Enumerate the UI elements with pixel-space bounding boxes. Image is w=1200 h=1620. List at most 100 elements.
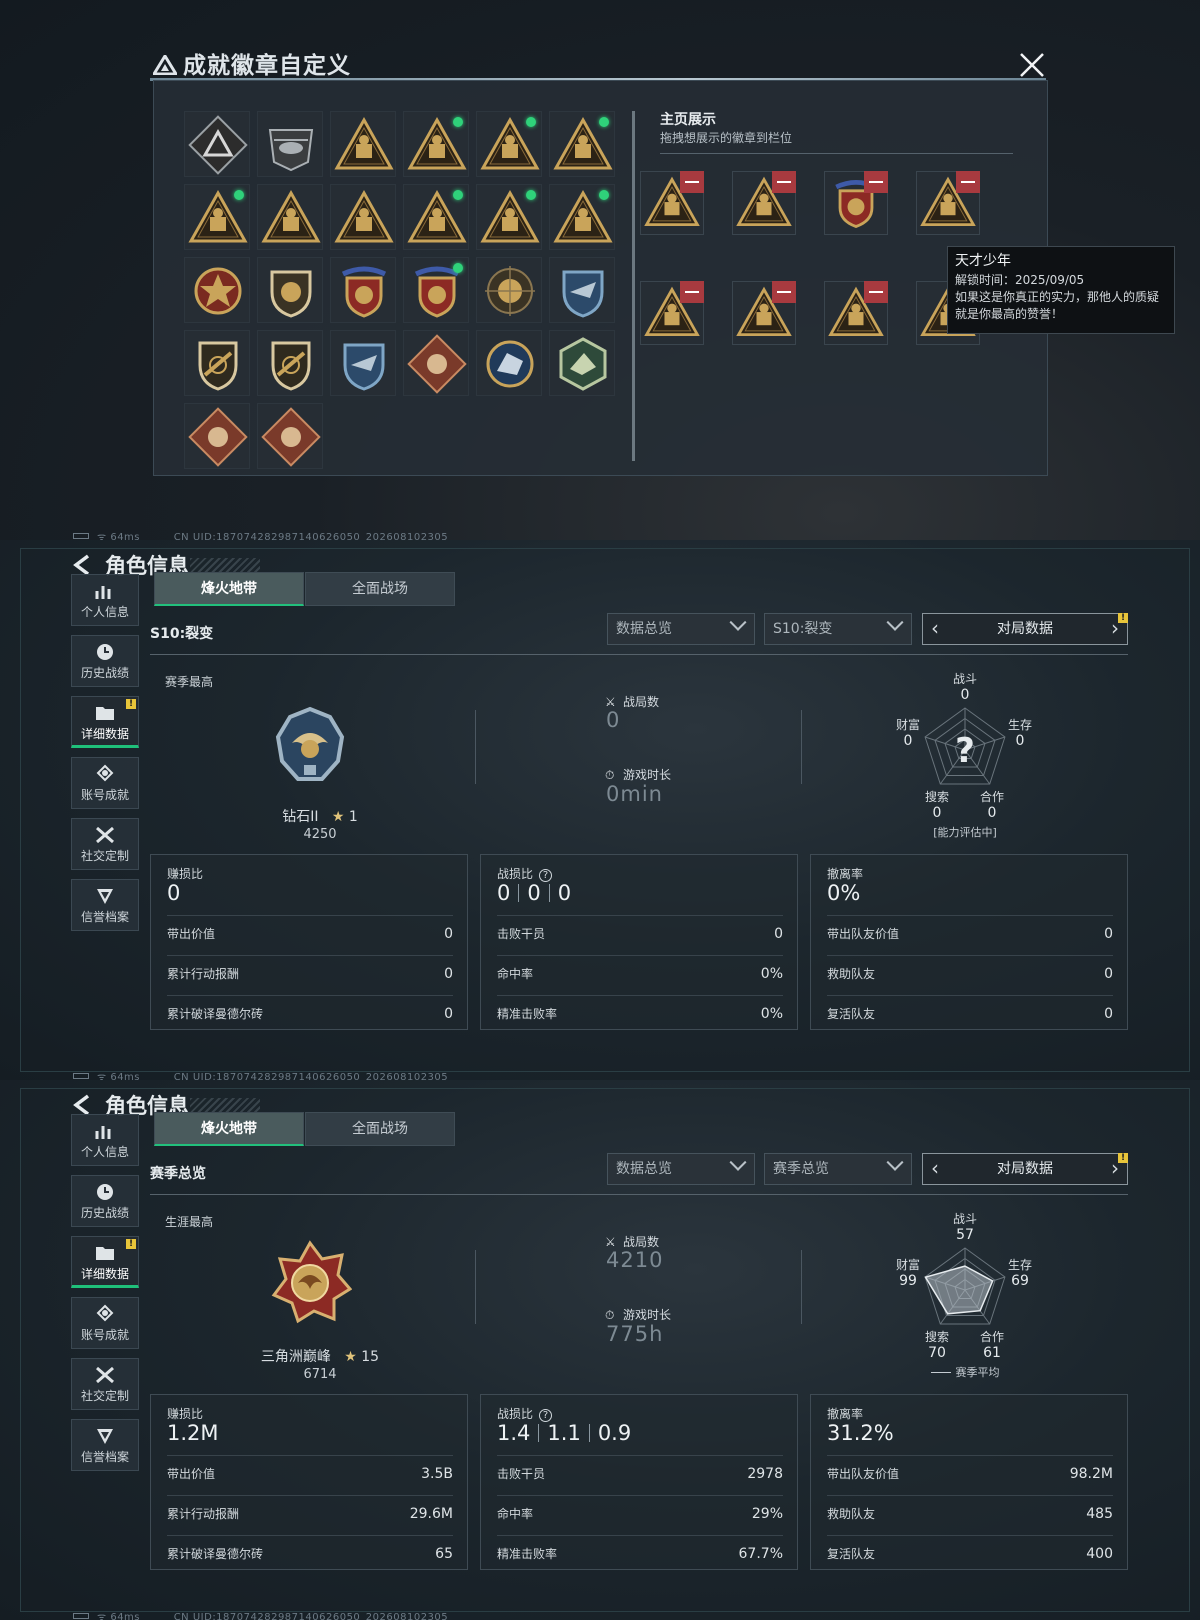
showcase-slot[interactable]	[732, 171, 796, 235]
remove-badge-button[interactable]	[956, 171, 980, 193]
radar-value-search: 70	[928, 1345, 946, 1361]
tab-battlefield[interactable]: 全面战场	[305, 1112, 455, 1146]
pager-label: 对局数据	[997, 621, 1053, 637]
new-indicator-dot	[599, 117, 609, 127]
badge-cell[interactable]	[476, 184, 542, 250]
chevron-left-icon[interactable]: ‹	[925, 1154, 945, 1184]
season-dropdown[interactable]: 赛季总览	[764, 1153, 912, 1185]
badge-cell[interactable]	[257, 403, 323, 469]
remove-badge-button[interactable]	[680, 171, 704, 193]
badge-cell[interactable]	[257, 257, 323, 323]
nav-item-folder[interactable]: 详细数据 !	[71, 1236, 139, 1288]
scrollbar[interactable]	[632, 111, 635, 461]
nav-item-shield[interactable]: 信誉档案	[71, 1419, 139, 1471]
data-type-dropdown[interactable]: 数据总览	[607, 1153, 755, 1185]
badge-cell[interactable]	[403, 111, 469, 177]
playtime-value: 775h	[606, 1322, 664, 1346]
showcase-slot[interactable]	[640, 281, 704, 345]
status-footer: ᯤ 64ms CN UID:1870742829871406260​50_202…	[73, 1609, 448, 1620]
modal-title: 成就徽章自定义	[153, 46, 351, 80]
badge-cell[interactable]	[476, 111, 542, 177]
wifi-icon: ᯤ	[97, 1612, 107, 1620]
nav-item-folder[interactable]: 详细数据 !	[71, 696, 139, 748]
stat-row: 精准击败率 0%	[497, 995, 783, 1033]
badge-cell[interactable]	[330, 257, 396, 323]
badge-cell[interactable]	[184, 257, 250, 323]
nav-item-wrench[interactable]: 社交定制	[71, 818, 139, 870]
badge-cell[interactable]	[330, 111, 396, 177]
dropdown-value: 数据总览	[616, 1161, 672, 1177]
data-type-dropdown[interactable]: 数据总览	[607, 613, 755, 645]
matches-label-text: 战局数	[623, 695, 660, 709]
badge-cell[interactable]	[549, 111, 615, 177]
notice-badge: !	[1118, 613, 1128, 623]
nav-item-clock[interactable]: 历史战绩	[71, 635, 139, 687]
badge-cell[interactable]	[330, 184, 396, 250]
badge-cell[interactable]	[257, 184, 323, 250]
card-heading: 撤离率	[827, 1407, 864, 1421]
kd-ratio-card: 战损比? 000 击败干员 0 命中率 0% 精准击败率 0%	[480, 854, 798, 1030]
nav-item-wrench[interactable]: 社交定制	[71, 1358, 139, 1410]
nav-item-medal[interactable]: 账号成就	[71, 1297, 139, 1349]
remove-badge-button[interactable]	[864, 281, 888, 303]
stat-label: 累计破译曼德尔砖	[167, 1547, 264, 1561]
matches-value: 0	[606, 708, 621, 732]
back-arrow-icon[interactable]	[72, 1094, 94, 1116]
showcase-slot[interactable]	[824, 281, 888, 345]
showcase-slot[interactable]	[732, 281, 796, 345]
badge-cell[interactable]	[403, 184, 469, 250]
badge-cell[interactable]	[184, 184, 250, 250]
nav-item-clock[interactable]: 历史战绩	[71, 1175, 139, 1227]
badge-cell[interactable]	[184, 330, 250, 396]
badge-cell[interactable]	[257, 330, 323, 396]
season-dropdown[interactable]: S10:裂变	[764, 613, 912, 645]
showcase-slot[interactable]	[640, 171, 704, 235]
badge-cell[interactable]	[403, 257, 469, 323]
chevron-down-icon	[886, 1153, 904, 1171]
profit-loss-card: 赚损比 0 带出价值 0 累计行动报酬 0 累计破译曼德尔砖 0	[150, 854, 468, 1030]
red-eagle-crest-icon	[341, 266, 387, 318]
stat-row: 命中率 0%	[497, 955, 783, 993]
chevron-left-icon[interactable]: ‹	[925, 614, 945, 644]
close-icon[interactable]	[1017, 50, 1047, 80]
nav-item-bar-chart[interactable]: 个人信息	[71, 574, 139, 626]
remove-badge-button[interactable]	[772, 281, 796, 303]
remove-badge-button[interactable]	[680, 281, 704, 303]
nav-item-medal[interactable]: 账号成就	[71, 757, 139, 809]
clock-icon	[97, 644, 113, 660]
card-heading: 赚损比	[167, 1407, 204, 1421]
pager-label: 对局数据	[997, 1161, 1053, 1177]
badge-cell[interactable]	[403, 330, 469, 396]
badge-cell[interactable]	[549, 257, 615, 323]
uid-text: CN UID:1870742829871406260​50_2026081023…	[173, 1072, 449, 1080]
tab-battlefield[interactable]: 全面战场	[305, 572, 455, 606]
crossed-swords-icon: ⚔	[605, 1235, 616, 1249]
back-arrow-icon[interactable]	[72, 554, 94, 576]
nav-item-shield[interactable]: 信誉档案	[71, 879, 139, 931]
badge-cell[interactable]	[184, 111, 250, 177]
extraction-rate-card: 撤离率 31.2% 带出队友价值 98.2M 救助队友 485 复活队友 400	[810, 1394, 1128, 1570]
radar-value-combat: 57	[956, 1227, 974, 1243]
badge-cell[interactable]	[476, 257, 542, 323]
dragon-hex-icon	[559, 337, 607, 391]
badge-cell[interactable]	[184, 403, 250, 469]
remove-badge-button[interactable]	[772, 171, 796, 193]
badge-cell[interactable]	[476, 330, 542, 396]
badge-cell[interactable]	[330, 330, 396, 396]
runner-diamond-icon	[261, 407, 321, 467]
showcase-slot[interactable]	[824, 171, 888, 235]
nav-item-bar-chart[interactable]: 个人信息	[71, 1114, 139, 1166]
ping-text: 64ms	[110, 1612, 141, 1620]
showcase-slot[interactable]	[916, 171, 980, 235]
kd-value: 0.9	[597, 1421, 632, 1445]
badge-cell[interactable]	[549, 184, 615, 250]
tab-warzone[interactable]: 烽火地带	[154, 572, 304, 606]
card-main-value: 1.2M	[167, 1421, 219, 1445]
card-main-values: 000	[497, 881, 571, 905]
badge-cell[interactable]	[257, 111, 323, 177]
remove-badge-button[interactable]	[864, 171, 888, 193]
stat-row: 击败干员 0	[497, 915, 783, 953]
tab-warzone[interactable]: 烽火地带	[154, 1112, 304, 1146]
badge-cell[interactable]	[549, 330, 615, 396]
bar-chart-icon	[95, 1126, 111, 1139]
